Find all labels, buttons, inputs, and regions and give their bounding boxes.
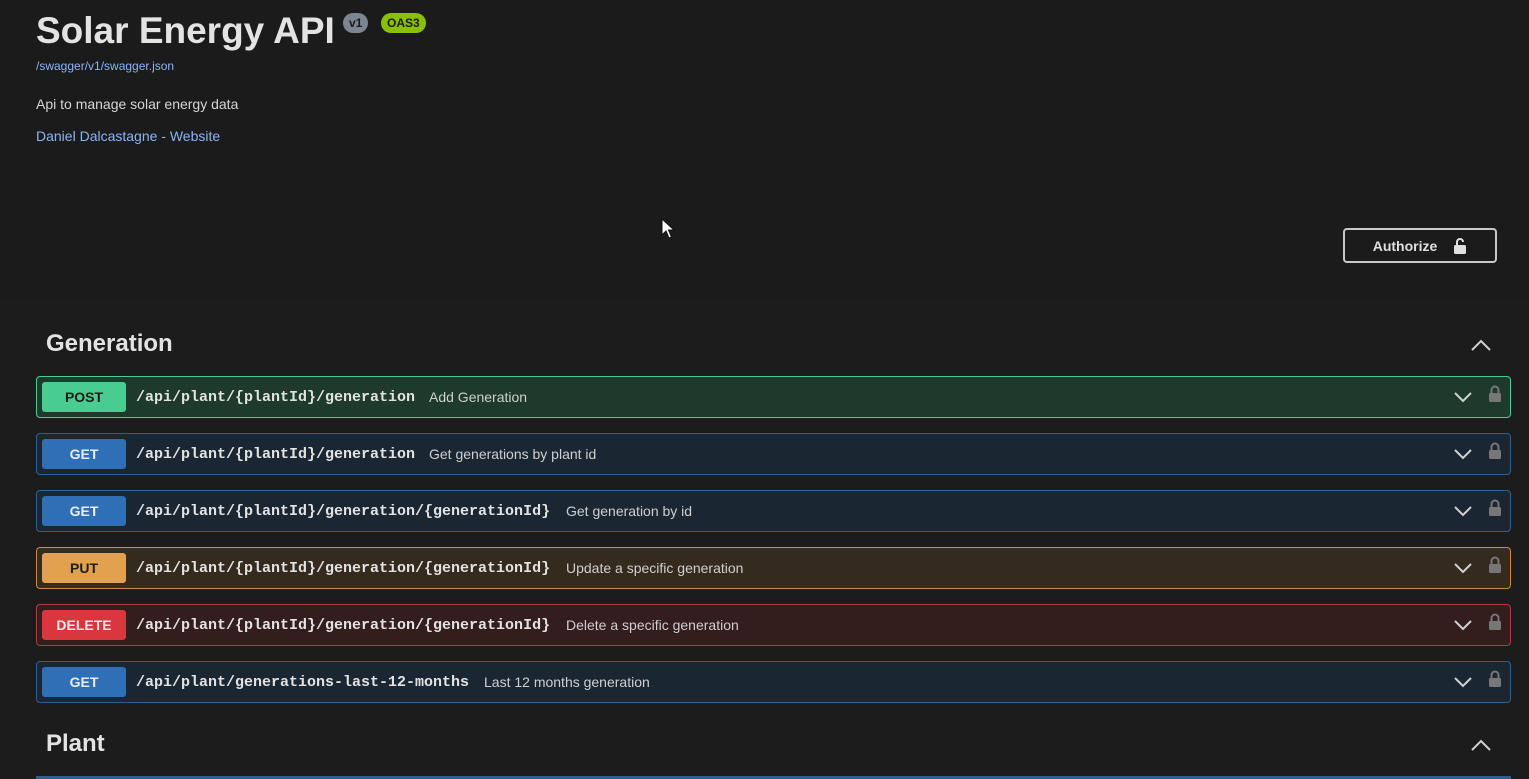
operation-summary: Get generation by id	[566, 503, 693, 519]
padlock-icon[interactable]	[1488, 556, 1502, 574]
contact-website-link[interactable]: Daniel Dalcastagne - Website	[36, 128, 220, 144]
section-title-generation: Generation	[46, 330, 173, 357]
operation-summary: Last 12 months generation	[484, 674, 650, 690]
operation-path: /api/plant/{plantId}/generation/{generat…	[136, 617, 551, 634]
operation-put-generation[interactable]: PUT /api/plant/{plantId}/generation/{gen…	[36, 547, 1511, 589]
padlock-icon[interactable]	[1488, 385, 1502, 403]
oas-badge: OAS3	[381, 13, 426, 33]
section-title-plant: Plant	[46, 730, 105, 757]
authorize-button[interactable]: Authorize	[1343, 228, 1497, 263]
method-badge-post: POST	[42, 382, 126, 412]
chevron-down-icon[interactable]	[1454, 562, 1472, 574]
chevron-up-icon[interactable]	[1470, 738, 1492, 752]
api-info-header: Solar Energy API v1 OAS3 /swagger/v1/swa…	[0, 0, 1529, 300]
operation-delete-generation[interactable]: DELETE /api/plant/{plantId}/generation/{…	[36, 604, 1511, 646]
operation-path: /api/plant/{plantId}/generation/{generat…	[136, 560, 551, 577]
chevron-up-icon[interactable]	[1470, 338, 1492, 352]
operation-summary: Delete a specific generation	[566, 617, 739, 633]
operation-summary: Add Generation	[429, 389, 528, 405]
mouse-pointer-icon	[661, 218, 675, 239]
operation-get-generations[interactable]: GET /api/plant/{plantId}/generation Get …	[36, 433, 1511, 475]
padlock-icon[interactable]	[1488, 499, 1502, 517]
method-badge-get: GET	[42, 667, 126, 697]
method-badge-put: PUT	[42, 553, 126, 583]
operation-get-last-12-months[interactable]: GET /api/plant/generations-last-12-month…	[36, 661, 1511, 703]
chevron-down-icon[interactable]	[1454, 676, 1472, 688]
method-badge-delete: DELETE	[42, 610, 126, 640]
operation-path: /api/plant/{plantId}/generation	[136, 389, 416, 406]
chevron-down-icon[interactable]	[1454, 448, 1472, 460]
operation-summary: Get generations by plant id	[429, 446, 597, 462]
operation-path: /api/plant/generations-last-12-months	[136, 674, 470, 691]
api-title: Solar Energy API	[36, 10, 335, 51]
method-badge-get: GET	[42, 496, 126, 526]
authorize-label: Authorize	[1372, 237, 1438, 254]
operation-path: /api/plant/{plantId}/generation	[136, 446, 416, 463]
operation-get-generation-by-id[interactable]: GET /api/plant/{plantId}/generation/{gen…	[36, 490, 1511, 532]
padlock-icon[interactable]	[1488, 670, 1502, 688]
section-generation-header[interactable]: Generation	[46, 330, 1506, 370]
padlock-icon[interactable]	[1488, 442, 1502, 460]
chevron-down-icon[interactable]	[1454, 391, 1472, 403]
method-badge-get: GET	[42, 439, 126, 469]
section-plant-header[interactable]: Plant	[46, 730, 1506, 770]
operation-path: /api/plant/{plantId}/generation/{generat…	[136, 503, 551, 520]
swagger-json-link[interactable]: /swagger/v1/swagger.json	[36, 59, 174, 73]
unlocked-padlock-icon	[1454, 237, 1467, 254]
padlock-icon[interactable]	[1488, 613, 1502, 631]
operation-post-generation[interactable]: POST /api/plant/{plantId}/generation Add…	[36, 376, 1511, 418]
operation-summary: Update a specific generation	[566, 560, 744, 576]
chevron-down-icon[interactable]	[1454, 619, 1472, 631]
chevron-down-icon[interactable]	[1454, 505, 1472, 517]
version-badge: v1	[343, 13, 369, 33]
api-description: Api to manage solar energy data	[36, 96, 239, 112]
